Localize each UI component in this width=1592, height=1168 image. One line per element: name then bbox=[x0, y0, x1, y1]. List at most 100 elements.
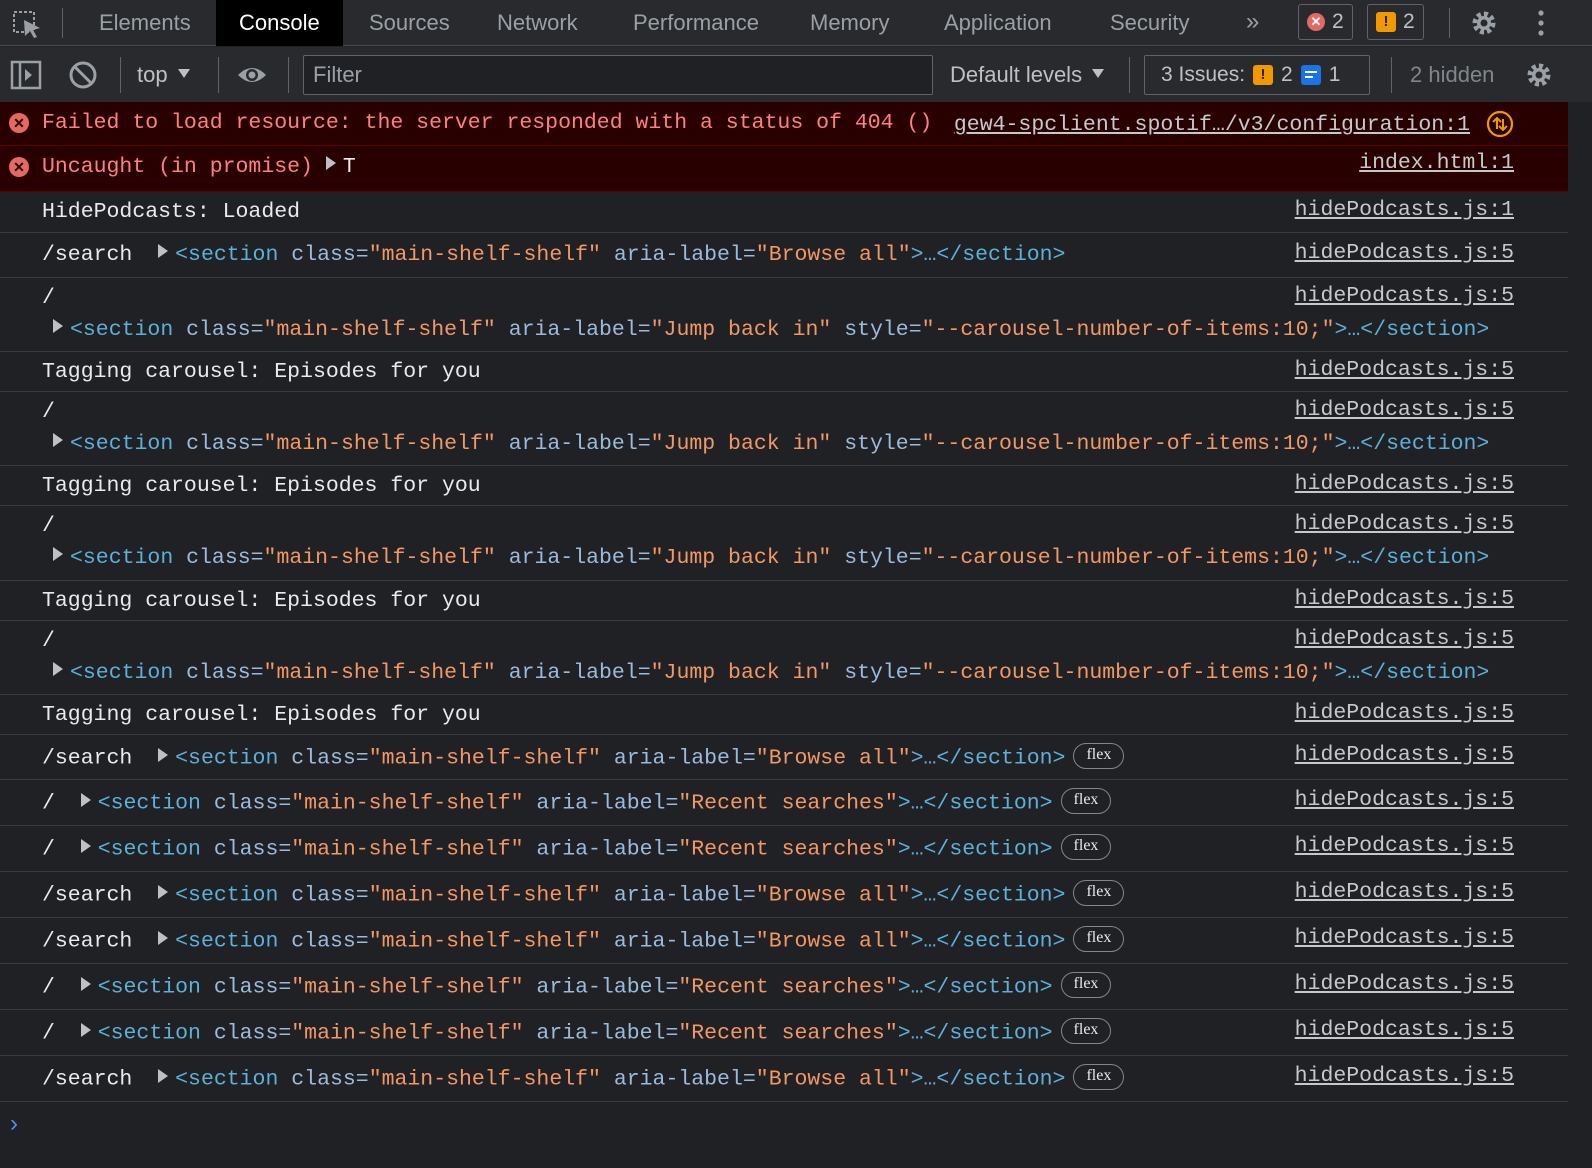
tab-memory[interactable]: Memory bbox=[810, 0, 889, 46]
error-count-badge[interactable]: ✕ 2 bbox=[1298, 4, 1353, 40]
url-path: / bbox=[42, 286, 55, 310]
expand-triangle-icon[interactable] bbox=[53, 547, 63, 562]
flex-badge[interactable]: flex bbox=[1060, 972, 1112, 998]
source-link[interactable]: hidePodcasts.js:5 bbox=[1295, 880, 1514, 904]
source-link[interactable]: hidePodcasts.js:5 bbox=[1295, 788, 1514, 812]
sidebar-toggle-icon[interactable] bbox=[10, 59, 42, 91]
url-path: / bbox=[42, 975, 55, 1000]
warning-icon: ! bbox=[1376, 12, 1396, 32]
html-tag-open: <section bbox=[175, 883, 279, 908]
expand-triangle-icon[interactable] bbox=[158, 244, 169, 259]
context-selector[interactable]: top bbox=[137, 47, 190, 103]
settings-gear-icon[interactable] bbox=[1469, 8, 1499, 38]
html-attr-name: aria-label= bbox=[613, 883, 756, 908]
html-attr-name: style= bbox=[844, 318, 922, 342]
clear-console-icon[interactable] bbox=[67, 59, 99, 91]
flex-badge[interactable]: flex bbox=[1073, 926, 1125, 952]
tab-application[interactable]: Application bbox=[944, 0, 1052, 46]
expand-triangle-icon[interactable] bbox=[80, 1023, 91, 1037]
console-scrollbar[interactable] bbox=[1568, 102, 1592, 1168]
html-attr-value: " bbox=[921, 661, 935, 685]
expand-triangle-icon[interactable] bbox=[158, 1069, 169, 1083]
source-link[interactable]: hidePodcasts.js:5 bbox=[1295, 241, 1514, 265]
flex-badge[interactable]: flex bbox=[1060, 788, 1112, 814]
tab-console[interactable]: Console bbox=[216, 0, 343, 46]
source-link[interactable]: hidePodcasts.js:5 bbox=[1295, 1018, 1514, 1042]
html-attr-value: " bbox=[897, 929, 911, 954]
html-attr-name: class= bbox=[213, 837, 292, 862]
html-tag-open: <section bbox=[175, 243, 279, 267]
html-tag-open: <section bbox=[70, 318, 174, 342]
expand-triangle-icon[interactable] bbox=[53, 319, 63, 334]
network-request-icon[interactable] bbox=[1486, 110, 1514, 138]
console-message: HidePodcasts: Loaded hidePodcasts.js:1 bbox=[0, 192, 1568, 233]
flex-badge[interactable]: flex bbox=[1060, 1018, 1112, 1044]
console-prompt[interactable]: › bbox=[10, 1110, 18, 1138]
html-attr-name: aria-label= bbox=[508, 661, 651, 685]
log-text: Tagging carousel: Episodes for you bbox=[42, 589, 481, 613]
source-link[interactable]: hidePodcasts.js:5 bbox=[1295, 358, 1514, 382]
more-options-icon[interactable] bbox=[1536, 8, 1546, 38]
expand-triangle-icon[interactable] bbox=[80, 839, 91, 853]
source-link[interactable]: gew4-spclient.spotif…/v3/configuration:1 bbox=[954, 113, 1470, 137]
console-message: / <section class="main-shelf-shelf" aria… bbox=[0, 1010, 1568, 1056]
source-link[interactable]: hidePodcasts.js:5 bbox=[1295, 972, 1514, 996]
log-text: Tagging carousel: Episodes for you bbox=[42, 474, 481, 498]
source-link[interactable]: hidePodcasts.js:5 bbox=[1295, 587, 1514, 611]
html-attr-value: " bbox=[678, 975, 692, 1000]
source-link[interactable]: index.html:1 bbox=[1359, 151, 1514, 175]
html-attr-name: class= bbox=[186, 318, 264, 342]
tab-performance[interactable]: Performance bbox=[633, 0, 759, 46]
log-levels-dropdown[interactable]: Default levels bbox=[950, 47, 1105, 103]
console-messages: › ✕ Failed to load resource: the server r… bbox=[0, 102, 1592, 1168]
html-attr-name: style= bbox=[844, 432, 922, 456]
source-link[interactable]: hidePodcasts.js:5 bbox=[1295, 701, 1514, 725]
expand-triangle-icon[interactable] bbox=[53, 433, 63, 448]
flex-badge[interactable]: flex bbox=[1073, 743, 1125, 769]
source-link[interactable]: hidePodcasts.js:5 bbox=[1295, 472, 1514, 496]
error-count: 2 bbox=[1332, 10, 1344, 33]
flex-badge[interactable]: flex bbox=[1073, 880, 1125, 906]
error-object[interactable]: T bbox=[343, 155, 356, 179]
live-expression-eye-icon[interactable] bbox=[236, 59, 268, 91]
source-link[interactable]: hidePodcasts.js:5 bbox=[1295, 1064, 1514, 1088]
html-attr-value: " bbox=[884, 1021, 898, 1046]
source-link[interactable]: hidePodcasts.js:5 bbox=[1295, 627, 1514, 651]
tab-elements[interactable]: Elements bbox=[99, 0, 191, 46]
source-link[interactable]: hidePodcasts.js:5 bbox=[1295, 398, 1514, 422]
html-tag-open: <section bbox=[175, 746, 279, 771]
html-attr-value: "main-shelf-shelf" bbox=[368, 243, 601, 267]
source-link[interactable]: hidePodcasts.js:5 bbox=[1295, 512, 1514, 536]
url-path: /search bbox=[42, 883, 133, 908]
warning-count-badge[interactable]: ! 2 bbox=[1367, 4, 1424, 40]
source-link[interactable]: hidePodcasts.js:5 bbox=[1295, 834, 1514, 858]
filter-input[interactable] bbox=[303, 55, 933, 95]
inspect-element-icon[interactable] bbox=[10, 8, 44, 38]
console-message: Tagging carousel: Episodes for you hidePo… bbox=[0, 581, 1568, 621]
flex-badge[interactable]: flex bbox=[1073, 1064, 1125, 1090]
source-link[interactable]: hidePodcasts.js:5 bbox=[1295, 284, 1514, 308]
issues-button[interactable]: 3 Issues: ! 2 1 bbox=[1144, 55, 1370, 95]
expand-triangle-icon[interactable] bbox=[325, 156, 336, 171]
console-settings-gear-icon[interactable] bbox=[1524, 60, 1554, 90]
error-message: Uncaught (in promise) bbox=[42, 155, 313, 179]
html-attr-value: " bbox=[818, 546, 832, 570]
html-attr-name: class= bbox=[186, 432, 264, 456]
tab-network[interactable]: Network bbox=[497, 0, 578, 46]
expand-triangle-icon[interactable] bbox=[80, 977, 91, 991]
expand-triangle-icon[interactable] bbox=[80, 793, 91, 807]
flex-badge[interactable]: flex bbox=[1060, 834, 1112, 860]
expand-triangle-icon[interactable] bbox=[158, 885, 169, 899]
tab-security[interactable]: Security bbox=[1110, 0, 1189, 46]
console-message: Tagging carousel: Episodes for you hidePo… bbox=[0, 466, 1568, 506]
tab-sources[interactable]: Sources bbox=[369, 0, 450, 46]
html-tag-open: <section bbox=[70, 432, 174, 456]
expand-triangle-icon[interactable] bbox=[158, 931, 169, 945]
html-tag-open: <section bbox=[175, 929, 279, 954]
source-link[interactable]: hidePodcasts.js:5 bbox=[1295, 743, 1514, 767]
expand-triangle-icon[interactable] bbox=[158, 748, 169, 762]
source-link[interactable]: hidePodcasts.js:5 bbox=[1295, 926, 1514, 950]
more-tabs-icon[interactable]: » bbox=[1246, 8, 1260, 36]
source-link[interactable]: hidePodcasts.js:1 bbox=[1295, 198, 1514, 222]
expand-triangle-icon[interactable] bbox=[53, 662, 63, 677]
